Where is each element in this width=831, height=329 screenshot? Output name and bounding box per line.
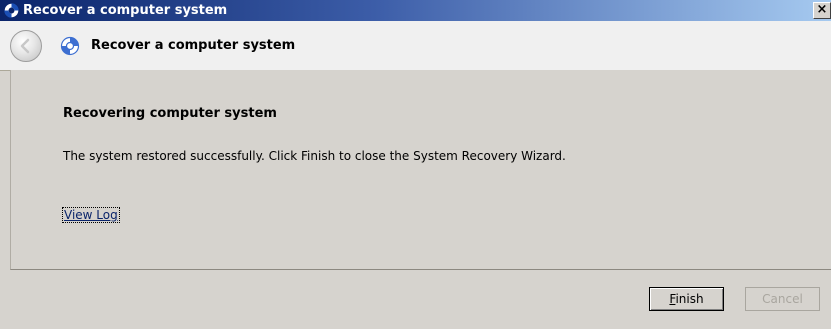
content-panel: Recovering computer system The system re… [10, 70, 831, 270]
wizard-header: Recover a computer system [0, 21, 831, 71]
cancel-button[interactable]: Cancel [745, 287, 820, 311]
cancel-label: Cancel [762, 292, 803, 306]
view-log-link[interactable]: View Log [62, 207, 120, 223]
title-bar[interactable]: Recover a computer system × [0, 0, 831, 21]
finish-button[interactable]: Finish [649, 287, 724, 311]
lifebuoy-icon [3, 2, 20, 19]
back-button[interactable] [10, 30, 42, 62]
header-title: Recover a computer system [91, 38, 296, 53]
back-arrow-icon [20, 38, 30, 54]
recovery-wizard-window: Recover a computer system × Recover a co… [0, 0, 831, 329]
close-icon: × [816, 2, 828, 17]
lifebuoy-icon [60, 36, 80, 56]
status-message: The system restored successfully. Click … [63, 149, 566, 163]
page-heading: Recovering computer system [63, 106, 277, 121]
finish-label: inish [675, 292, 704, 306]
window-title: Recover a computer system [23, 3, 228, 18]
close-button[interactable]: × [813, 2, 831, 19]
